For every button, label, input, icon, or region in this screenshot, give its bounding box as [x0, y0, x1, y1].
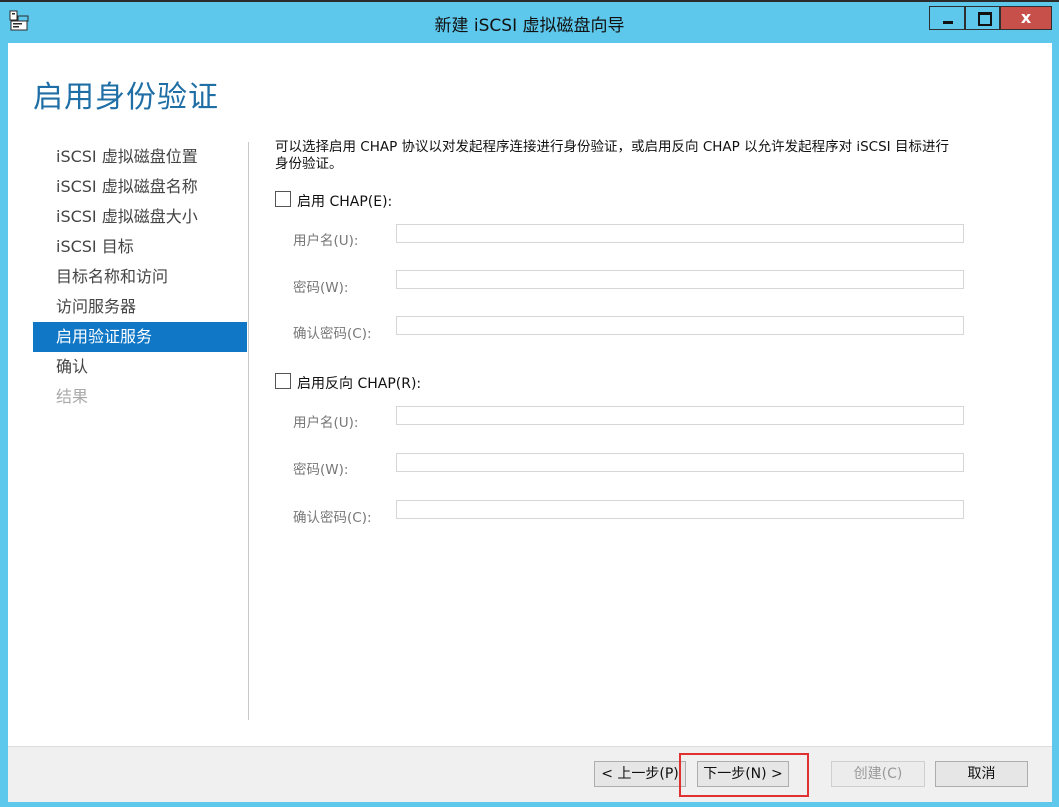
- chap-password-label: 密码(W):: [293, 280, 349, 296]
- chap-confirm-password-input[interactable]: [396, 316, 964, 335]
- main-panel: 可以选择启用 CHAP 协议以对发起程序连接进行身份验证，或启用反向 CHAP …: [275, 139, 1035, 526]
- enable-reverse-chap-checkbox[interactable]: 启用反向 CHAP(R):: [275, 373, 495, 392]
- maximize-button[interactable]: [965, 6, 1000, 30]
- reverse-chap-username-input[interactable]: [396, 406, 964, 425]
- wizard-nav: iSCSI 虚拟磁盘位置 iSCSI 虚拟磁盘名称 iSCSI 虚拟磁盘大小 i…: [33, 142, 247, 412]
- window-title: 新建 iSCSI 虚拟磁盘向导: [434, 16, 625, 36]
- reverse-chap-password-input[interactable]: [396, 453, 964, 472]
- reverse-chap-confirm-password-input[interactable]: [396, 500, 964, 519]
- create-button: 创建(C): [831, 761, 925, 787]
- description-line-1: 可以选择启用 CHAP 协议以对发起程序连接进行身份验证，或启用反向 CHAP …: [275, 139, 949, 155]
- enable-chap-checkbox[interactable]: 启用 CHAP(E):: [275, 191, 475, 210]
- reverse-chap-username-label: 用户名(U):: [293, 415, 359, 431]
- description: 可以选择启用 CHAP 协议以对发起程序连接进行身份验证，或启用反向 CHAP …: [275, 139, 1035, 173]
- minimize-icon: [943, 21, 953, 24]
- chap-username-input[interactable]: [396, 224, 964, 243]
- cancel-button[interactable]: 取消: [935, 761, 1028, 787]
- page-title: 启用身份验证: [33, 80, 219, 115]
- nav-item-access-servers[interactable]: 访问服务器: [33, 292, 247, 322]
- close-icon: x: [1020, 8, 1032, 27]
- maximize-icon: [978, 12, 992, 26]
- chap-checkbox-box[interactable]: [275, 191, 291, 207]
- reverse-chap-confirm-password-label: 确认密码(C):: [293, 510, 372, 526]
- wizard-footer: < 上一步(P) 下一步(N) > 创建(C) 取消: [8, 746, 1052, 802]
- chap-checkbox-label: 启用 CHAP(E):: [297, 194, 393, 210]
- minimize-button[interactable]: [929, 6, 965, 30]
- nav-item-disk-name[interactable]: iSCSI 虚拟磁盘名称: [33, 172, 247, 202]
- wizard-window: 新建 iSCSI 虚拟磁盘向导 x 启用身份验证 iSCSI 虚拟磁盘位置 iS…: [0, 0, 1059, 807]
- nav-divider: [248, 142, 249, 720]
- wizard-content: 启用身份验证 iSCSI 虚拟磁盘位置 iSCSI 虚拟磁盘名称 iSCSI 虚…: [8, 43, 1052, 802]
- close-button[interactable]: x: [1000, 6, 1052, 30]
- reverse-chap-checkbox-label: 启用反向 CHAP(R):: [297, 376, 422, 392]
- nav-item-disk-location[interactable]: iSCSI 虚拟磁盘位置: [33, 142, 247, 172]
- nav-item-enable-auth[interactable]: 启用验证服务: [33, 322, 247, 352]
- nav-item-confirmation[interactable]: 确认: [33, 352, 247, 382]
- description-line-2: 身份验证。: [275, 156, 343, 172]
- chap-password-input[interactable]: [396, 270, 964, 289]
- reverse-chap-checkbox-box[interactable]: [275, 373, 291, 389]
- title-bar[interactable]: 新建 iSCSI 虚拟磁盘向导 x: [0, 2, 1059, 40]
- nav-item-results: 结果: [56, 387, 89, 406]
- next-button-highlight: [679, 753, 809, 797]
- nav-item-target-name-access[interactable]: 目标名称和访问: [33, 262, 247, 292]
- chap-username-label: 用户名(U):: [293, 233, 359, 249]
- nav-item-disk-size[interactable]: iSCSI 虚拟磁盘大小: [33, 202, 247, 232]
- previous-button[interactable]: < 上一步(P): [594, 761, 686, 787]
- nav-item-iscsi-target[interactable]: iSCSI 目标: [33, 232, 247, 262]
- reverse-chap-password-label: 密码(W):: [293, 462, 349, 478]
- chap-confirm-password-label: 确认密码(C):: [293, 326, 372, 342]
